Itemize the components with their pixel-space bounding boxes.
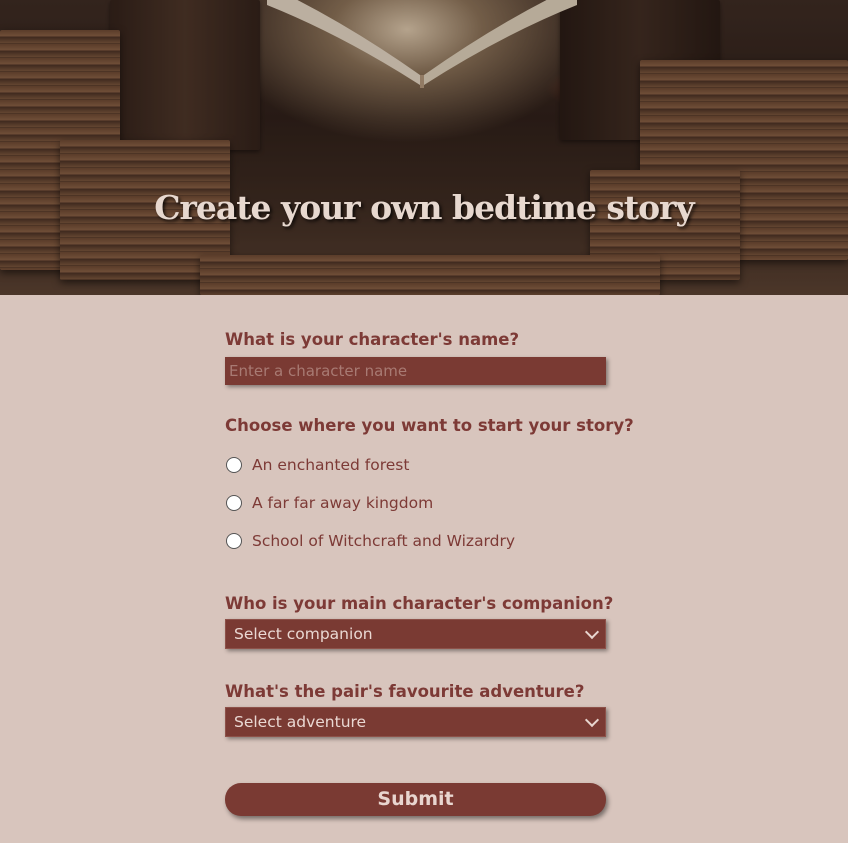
page-title: Create your own bedtime story [154, 188, 694, 227]
name-question-label: What is your character's name? [225, 330, 520, 349]
location-option-forest[interactable]: An enchanted forest [225, 446, 606, 484]
radio-label: A far far away kingdom [252, 494, 434, 512]
submit-button[interactable]: Submit [225, 783, 606, 816]
adventure-question-label: What's the pair's favourite adventure? [225, 682, 585, 701]
companion-selected-value: Select companion [234, 625, 373, 643]
location-option-kingdom[interactable]: A far far away kingdom [225, 484, 606, 522]
hero-overlay [0, 0, 848, 295]
companion-select[interactable]: Select companion [225, 619, 606, 649]
story-form: What is your character's name? Choose wh… [225, 330, 634, 816]
location-radio-group: An enchanted forest A far far away kingd… [225, 446, 606, 560]
chevron-down-icon [584, 624, 600, 639]
radio-button[interactable] [226, 457, 242, 473]
location-option-school[interactable]: School of Witchcraft and Wizardry [225, 522, 606, 560]
adventure-selected-value: Select adventure [234, 713, 367, 731]
radio-button[interactable] [226, 533, 242, 549]
radio-label: An enchanted forest [252, 456, 410, 474]
hero-banner: Create your own bedtime story [0, 0, 848, 295]
companion-question-label: Who is your main character's companion? [225, 594, 614, 613]
character-name-input[interactable] [225, 357, 606, 385]
location-question-label: Choose where you want to start your stor… [225, 416, 634, 435]
adventure-select[interactable]: Select adventure [225, 707, 606, 737]
radio-label: School of Witchcraft and Wizardry [252, 532, 516, 550]
radio-button[interactable] [226, 495, 242, 511]
chevron-down-icon [584, 712, 600, 727]
